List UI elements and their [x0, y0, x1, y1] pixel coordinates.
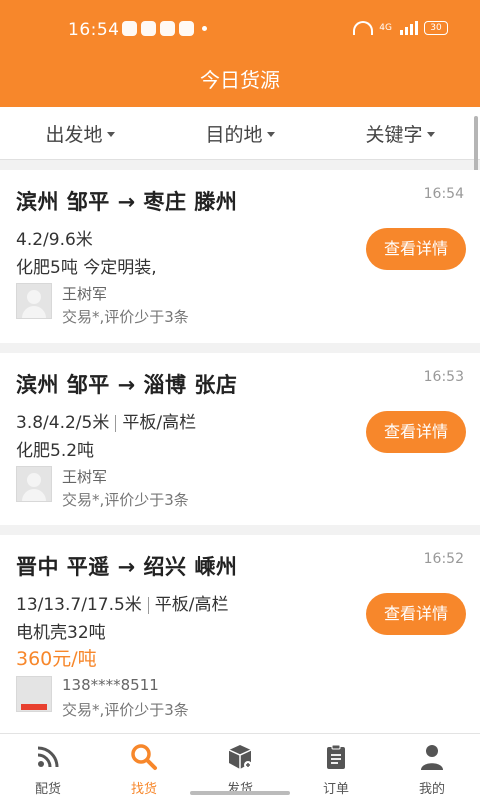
cargo-card[interactable]: 滨州 邹平 → 枣庄 滕州 16:54 4.2/9.6米 化肥5吨 今定明装, …	[0, 170, 480, 343]
signal-icon	[400, 21, 418, 35]
home-indicator[interactable]	[190, 791, 290, 795]
system-indicators: 4G 30	[353, 21, 448, 35]
box-icon	[228, 745, 252, 769]
filter-keyword-label: 关键字	[365, 123, 423, 146]
filter-origin-label: 出发地	[45, 123, 103, 146]
cargo-info: 化肥5.2吨	[16, 441, 95, 461]
status-time: 16:54	[68, 20, 120, 40]
cargo-info: 化肥5吨 今定明装,	[16, 258, 157, 278]
avatar	[16, 283, 52, 319]
shipper-rating: 交易*,评价少于3条	[62, 491, 189, 509]
vehicle-spec: 3.8/4.2/5米 平板/高栏	[16, 408, 196, 433]
vehicle-type: 平板/高栏	[154, 595, 229, 615]
caret-down-icon	[426, 131, 435, 137]
tab-label: 订单	[322, 782, 349, 797]
view-details-button[interactable]: 查看详情	[366, 228, 466, 270]
notification-icons	[122, 21, 207, 36]
rss-icon	[37, 746, 59, 768]
tab-label: 配货	[34, 782, 61, 797]
filter-origin[interactable]: 出发地	[0, 107, 160, 159]
tab-label: 我的	[418, 782, 445, 797]
status-bar: 16:54 4G 30	[0, 0, 480, 58]
avatar	[16, 466, 52, 502]
tab-find-goods[interactable]: 找货	[96, 734, 192, 801]
post-time: 16:54	[423, 186, 464, 202]
app-notification-icon	[122, 21, 137, 36]
cargo-info: 电机壳32吨	[16, 623, 106, 643]
shipper-name: 王树军	[62, 468, 108, 486]
more-notifications-icon	[202, 26, 207, 31]
caret-down-icon	[266, 131, 275, 137]
shipper-rating: 交易*,评价少于3条	[62, 701, 189, 719]
shipper-rating: 交易*,评价少于3条	[62, 308, 189, 326]
filter-bar: 出发地 目的地 关键字	[0, 107, 480, 160]
battery-icon: 30	[424, 21, 448, 35]
cargo-card[interactable]: 晋中 平遥 → 绍兴 嵊州 16:52 13/13.7/17.5米 平板/高栏 电…	[0, 535, 480, 733]
wifi-icon	[353, 21, 374, 35]
filter-keyword[interactable]: 关键字	[320, 107, 480, 159]
clipboard-icon	[327, 744, 345, 769]
app-notification-icon	[141, 21, 156, 36]
divider	[115, 414, 117, 432]
vehicle-length: 13/13.7/17.5米	[16, 595, 142, 615]
shipper-phone: 138****8511	[62, 676, 159, 694]
user-icon	[421, 745, 443, 770]
vehicle-spec: 13/13.7/17.5米 平板/高栏	[16, 590, 229, 615]
vehicle-length: 4.2/9.6米	[16, 230, 93, 250]
vehicle-type: 平板/高栏	[122, 413, 197, 433]
app-header: 16:54 4G 30 今日货源	[0, 0, 480, 107]
vehicle-spec: 4.2/9.6米	[16, 225, 93, 250]
price: 360元/吨	[16, 648, 97, 670]
post-time: 16:52	[423, 551, 464, 567]
avatar	[16, 676, 52, 712]
tab-orders[interactable]: 订单	[288, 734, 384, 801]
network-label: 4G	[379, 22, 392, 33]
search-icon	[131, 744, 157, 770]
app-notification-icon	[160, 21, 175, 36]
filter-destination[interactable]: 目的地	[160, 107, 320, 159]
tab-match-goods[interactable]: 配货	[0, 734, 96, 801]
tab-label: 找货	[130, 782, 157, 797]
cargo-card[interactable]: 滨州 邹平 → 淄博 张店 16:53 3.8/4.2/5米 平板/高栏 化肥5.…	[0, 353, 480, 525]
caret-down-icon	[106, 131, 115, 137]
tab-mine[interactable]: 我的	[384, 734, 480, 801]
page-title: 今日货源	[200, 68, 280, 92]
divider	[147, 596, 149, 614]
post-time: 16:53	[423, 369, 464, 385]
view-details-button[interactable]: 查看详情	[366, 411, 466, 453]
shipper-name: 王树军	[62, 285, 108, 303]
scrollbar[interactable]	[474, 116, 478, 178]
app-notification-icon	[179, 21, 194, 36]
route: 滨州 邹平 → 淄博 张店	[16, 373, 238, 397]
filter-destination-label: 目的地	[205, 123, 263, 146]
route: 晋中 平遥 → 绍兴 嵊州	[16, 555, 238, 579]
route: 滨州 邹平 → 枣庄 滕州	[16, 190, 238, 214]
view-details-button[interactable]: 查看详情	[366, 593, 466, 635]
vehicle-length: 3.8/4.2/5米	[16, 413, 110, 433]
